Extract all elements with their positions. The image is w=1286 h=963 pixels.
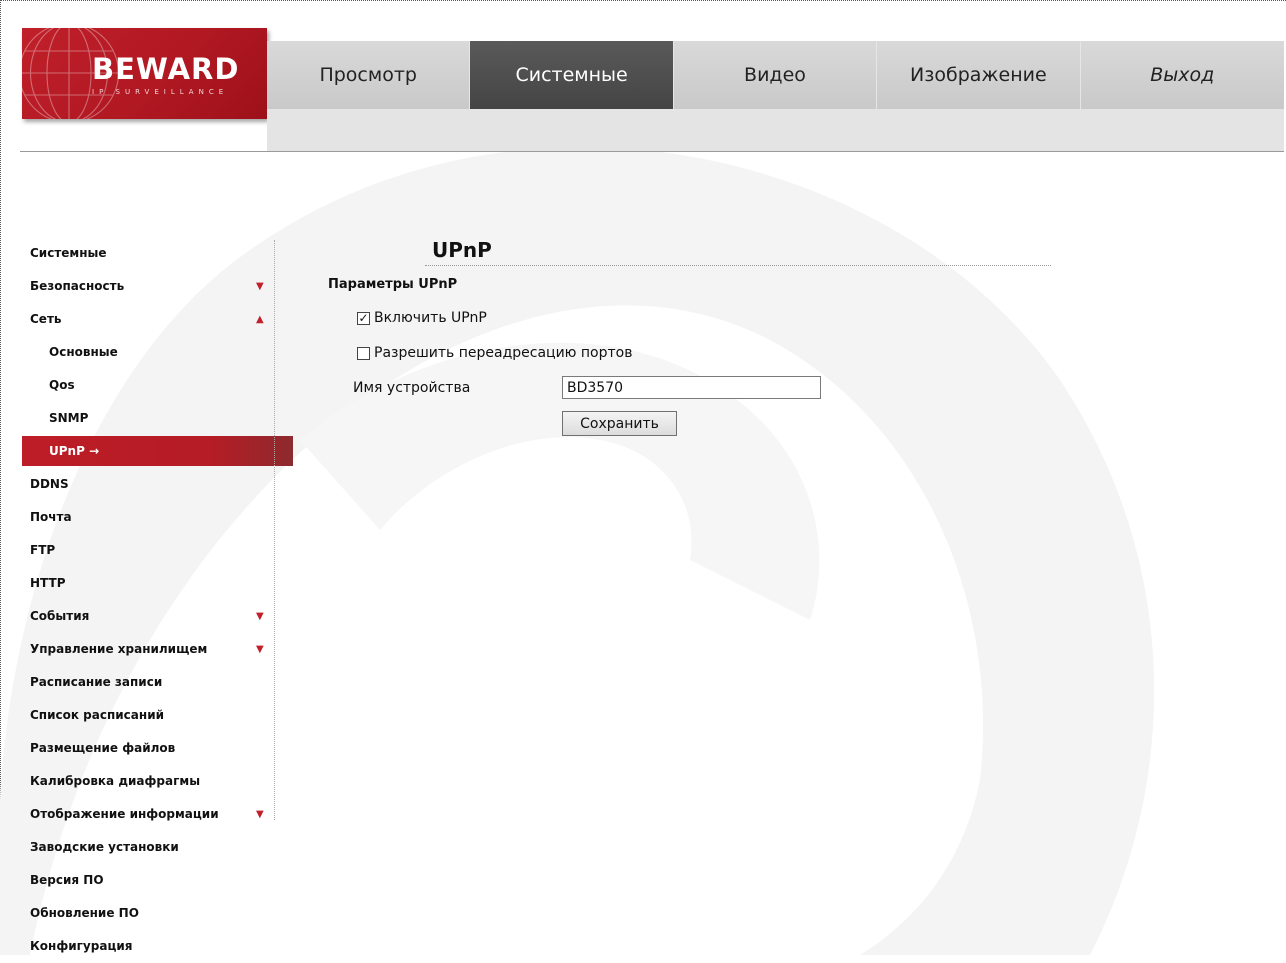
title-divider — [425, 265, 1051, 266]
sidebar-item-label: Сеть — [30, 312, 62, 326]
save-button[interactable]: Сохранить — [562, 411, 677, 436]
sidebar-item-label: SNMP — [49, 411, 89, 425]
sidebar-item-label: Конфигурация — [30, 939, 133, 953]
sidebar-item-system[interactable]: Системные — [22, 237, 272, 270]
sidebar-item-firmware-update[interactable]: Обновление ПО — [22, 897, 272, 930]
sidebar-item-ddns[interactable]: DDNS — [22, 468, 272, 501]
sidebar-item-storage[interactable]: Управление хранилищем ▼ — [22, 633, 272, 666]
port-forwarding-checkbox[interactable] — [357, 346, 370, 360]
sidebar-item-configuration[interactable]: Конфигурация — [22, 930, 272, 963]
sidebar-item-security[interactable]: Безопасность ▼ — [22, 270, 272, 303]
port-forwarding-label[interactable]: Разрешить переадресацию портов — [374, 345, 632, 361]
port-forwarding-row: Разрешить переадресацию портов — [357, 345, 632, 361]
sidebar-item-label: Почта — [30, 510, 72, 524]
arrow-right-icon: → — [89, 444, 100, 458]
chevron-down-icon[interactable]: ▼ — [256, 270, 264, 303]
sidebar-item-firmware-version[interactable]: Версия ПО — [22, 864, 272, 897]
sidebar-item-qos[interactable]: Qos — [22, 369, 272, 402]
nav-tab-system[interactable]: Системные — [470, 41, 674, 109]
chevron-down-icon[interactable]: ▼ — [256, 798, 264, 831]
sidebar-item-network[interactable]: Сеть ▲ — [22, 303, 272, 336]
beward-logo: BEWARD IP SURVEILLANCE — [22, 28, 267, 119]
sidebar-item-label: Список расписаний — [30, 708, 165, 722]
sidebar-item-schedule-list[interactable]: Список расписаний — [22, 699, 272, 732]
enable-upnp-checkbox[interactable]: ✓ — [357, 311, 370, 325]
nav-tab-logout[interactable]: Выход — [1081, 41, 1284, 109]
sidebar-item-label: Qos — [49, 378, 75, 392]
sidebar-item-record-schedule[interactable]: Расписание записи — [22, 666, 272, 699]
header-subbar — [267, 109, 1284, 151]
sidebar-item-ftp[interactable]: FTP — [22, 534, 272, 567]
page-title: UPnP — [432, 238, 492, 262]
sidebar-item-label: FTP — [30, 543, 56, 557]
sidebar-item-label: Основные — [49, 345, 118, 359]
checkmark-icon: ✓ — [358, 311, 369, 325]
sidebar-item-label: Калибровка диафрагмы — [30, 774, 201, 788]
top-navigation: Просмотр Системные Видео Изображение Вых… — [267, 41, 1284, 109]
sidebar-item-label: Безопасность — [30, 279, 125, 293]
sidebar-item-iris-calibration[interactable]: Калибровка диафрагмы — [22, 765, 272, 798]
page-border-left — [0, 0, 1, 955]
sidebar-item-label: DDNS — [30, 477, 69, 491]
device-name-label: Имя устройства — [353, 380, 471, 396]
device-name-input[interactable] — [562, 376, 821, 399]
sidebar-item-label: Версия ПО — [30, 873, 104, 887]
nav-tab-image[interactable]: Изображение — [877, 41, 1081, 109]
chevron-down-icon[interactable]: ▼ — [256, 633, 264, 666]
sidebar-item-label: Системные — [30, 246, 107, 260]
sidebar-item-info-display[interactable]: Отображение информации ▼ — [22, 798, 272, 831]
sidebar-item-events[interactable]: События ▼ — [22, 600, 272, 633]
logo-tagline: IP SURVEILLANCE — [92, 88, 229, 96]
sidebar-item-label: HTTP — [30, 576, 66, 590]
sidebar-item-mail[interactable]: Почта — [22, 501, 272, 534]
sidebar-item-network-basic[interactable]: Основные — [22, 336, 272, 369]
sidebar-item-label: Размещение файлов — [30, 741, 176, 755]
chevron-up-icon[interactable]: ▲ — [256, 303, 264, 336]
section-title: Параметры UPnP — [328, 277, 458, 292]
page-border-top — [0, 0, 1286, 1]
sidebar-item-label: События — [30, 609, 90, 623]
chevron-down-icon[interactable]: ▼ — [256, 600, 264, 633]
sidebar-item-snmp[interactable]: SNMP — [22, 402, 272, 435]
sidebar-item-label: Расписание записи — [30, 675, 163, 689]
enable-upnp-row: ✓ Включить UPnP — [357, 310, 487, 326]
enable-upnp-label[interactable]: Включить UPnP — [374, 310, 487, 326]
sidebar-divider — [274, 240, 275, 820]
sidebar-item-label: Обновление ПО — [30, 906, 139, 920]
nav-tab-video[interactable]: Видео — [674, 41, 878, 109]
sidebar-menu: Системные Безопасность ▼ Сеть ▲ Основные Q… — [22, 237, 293, 963]
sidebar-item-http[interactable]: HTTP — [22, 567, 272, 600]
logo-brand-text: BEWARD — [92, 52, 240, 86]
sidebar-item-upnp[interactable]: UPnP → — [22, 436, 293, 466]
sidebar-item-label: Заводские установки — [30, 840, 179, 854]
sidebar-item-factory-defaults[interactable]: Заводские установки — [22, 831, 272, 864]
nav-tab-view[interactable]: Просмотр — [267, 41, 471, 109]
sidebar-item-file-placement[interactable]: Размещение файлов — [22, 732, 272, 765]
sidebar-item-label: Управление хранилищем — [30, 642, 208, 656]
sidebar-item-label: UPnP — [49, 444, 85, 458]
sidebar-item-label: Отображение информации — [30, 807, 219, 821]
header-divider — [20, 151, 1284, 152]
